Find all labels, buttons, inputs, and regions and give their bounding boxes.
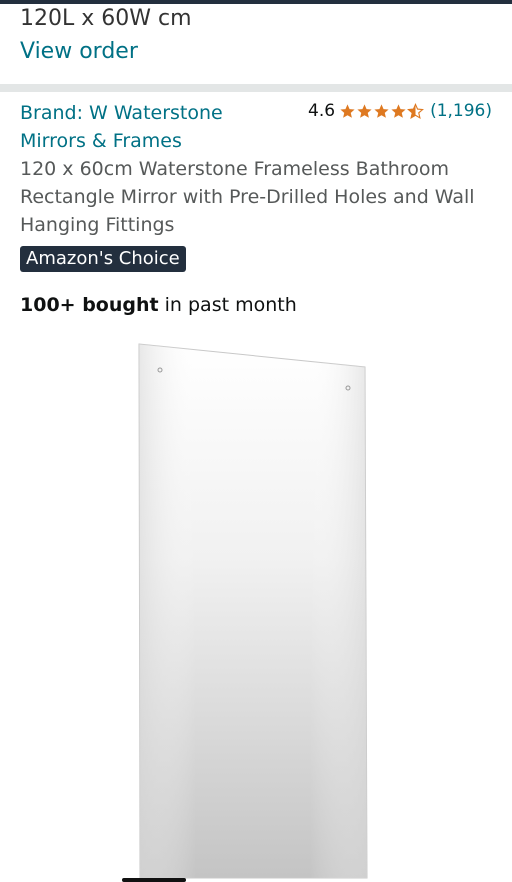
home-indicator [122,878,186,882]
product-image[interactable] [138,340,368,880]
star-icon [357,103,372,118]
half-star-icon [407,102,425,119]
bought-suffix: in past month [158,294,297,316]
section-divider [0,84,512,92]
rating-value: 4.6 [308,101,336,121]
amazons-choice-badge: Amazon's Choice [20,246,186,272]
star-icon [374,103,389,118]
order-dimensions: 120L x 60W cm [20,6,192,31]
top-bar [0,0,512,4]
star-icon [391,103,406,118]
star-rating [339,102,425,120]
product-title[interactable]: 120 x 60cm Waterstone Frameless Bathroom… [20,155,492,239]
rating-count[interactable]: (1,196) [430,99,492,123]
rating-summary[interactable]: 4.6 (1,196) [308,99,492,123]
bought-in-past-month: 100+ bought in past month [20,292,297,318]
bought-count: 100+ bought [20,294,159,316]
view-order-link[interactable]: View order [20,39,138,64]
star-icon [340,103,355,118]
brand-link[interactable]: Brand: W Waterstone Mirrors & Frames [20,99,280,155]
